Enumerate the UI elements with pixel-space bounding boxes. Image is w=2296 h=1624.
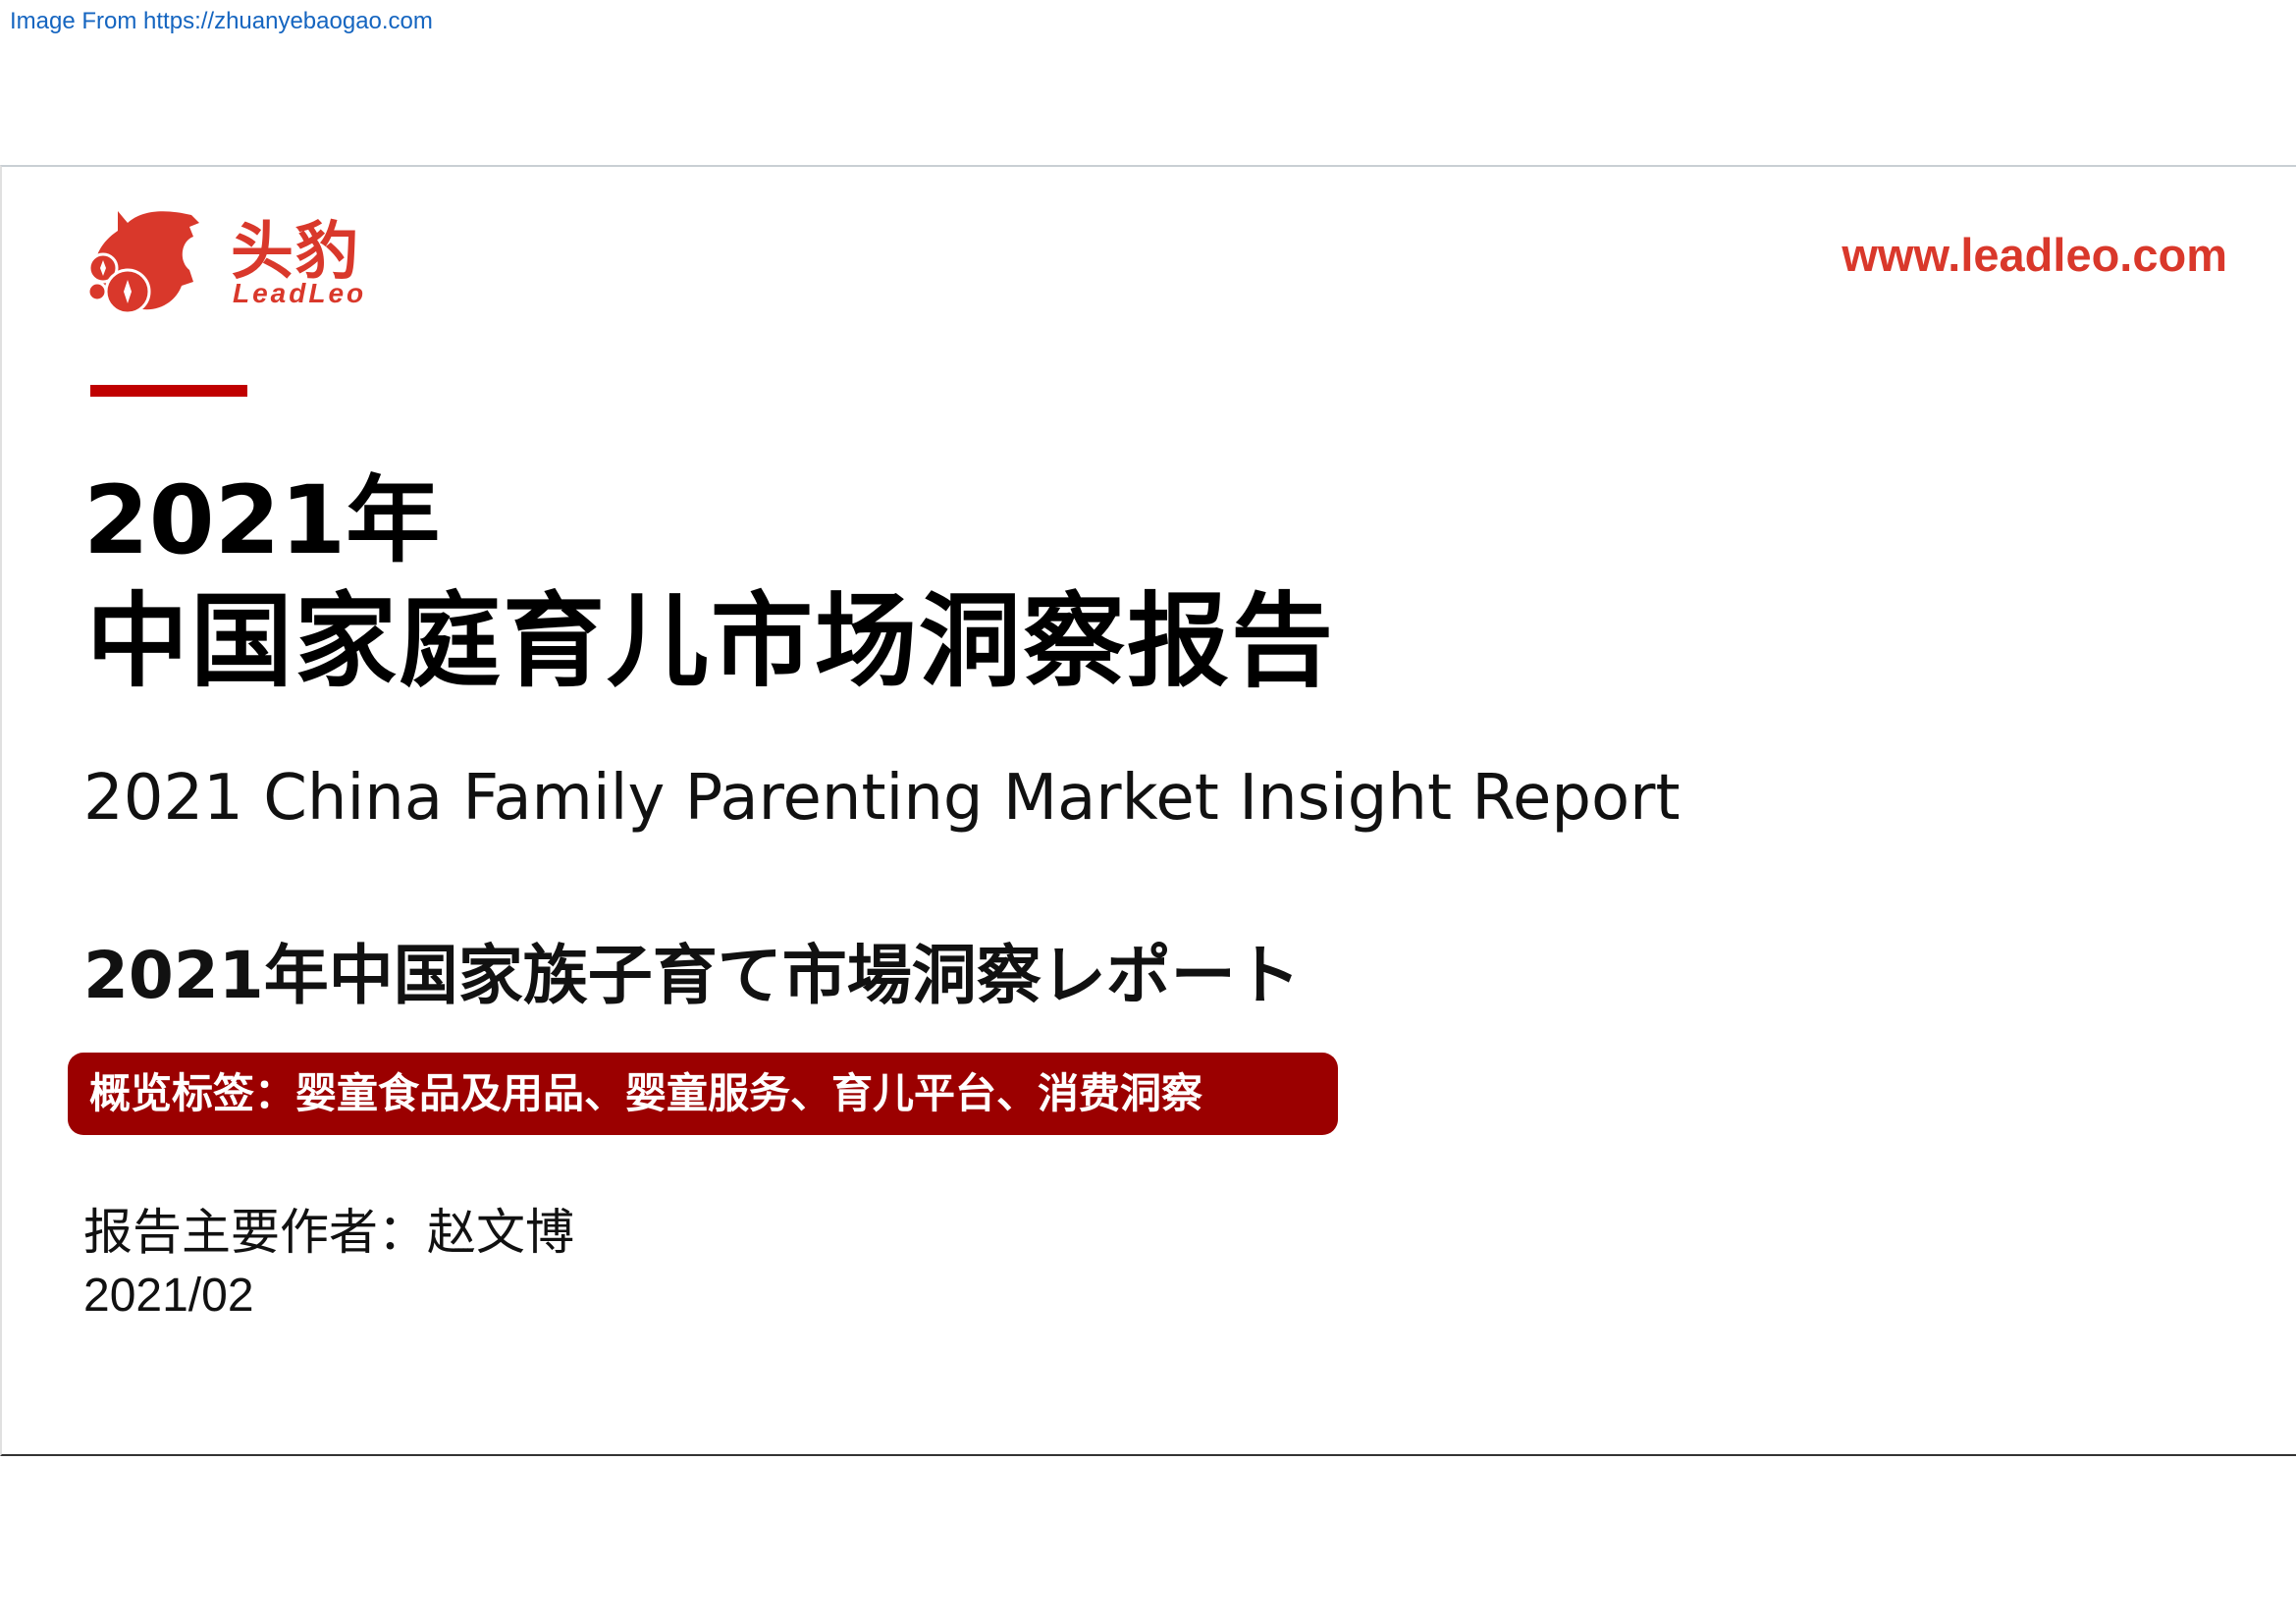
title-chinese: 中国家庭育儿市场洞察报告 (86, 581, 1336, 701)
report-date: 2021/02 (83, 1270, 254, 1322)
leopard-head-icon (86, 211, 199, 314)
report-author: 报告主要作者：赵文博 (83, 1204, 574, 1261)
logo-text-en: LeadLeo (233, 278, 367, 308)
source-watermark: Image From https://zhuanyebaogao.com (10, 8, 433, 34)
overview-tags-banner: 概览标签：婴童食品及用品、婴童服务、育儿平台、消费洞察 (68, 1053, 1338, 1135)
leadleo-logo: 头豹 LeadLeo (83, 201, 363, 314)
title-english: 2021 China Family Parenting Market Insig… (83, 762, 1681, 835)
title-japanese: 2021年中国家族子育て市場洞察レポート (83, 938, 1301, 1013)
website-url[interactable]: www.leadleo.com (1842, 228, 2227, 282)
accent-bar (90, 385, 247, 397)
